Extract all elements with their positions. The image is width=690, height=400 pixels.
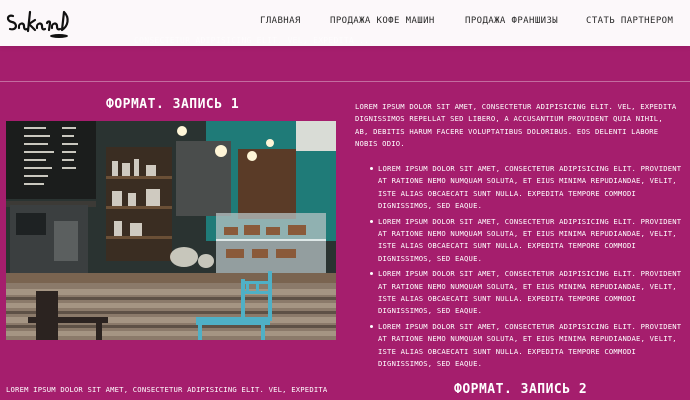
logo-graphic bbox=[6, 10, 69, 38]
section-1-intro-text: Lorem ipsum dolor sit amet, consectetur … bbox=[355, 102, 677, 149]
section-2-title: Формат. Запись 2 bbox=[454, 382, 588, 397]
nav-item-coffee-machines[interactable]: Продажа кофе машин bbox=[330, 16, 435, 26]
list-item: Lorem ipsum dolor sit amet, consectetur … bbox=[370, 321, 682, 371]
section-1-bullet-list: Lorem ipsum dolor sit amet, consectetur … bbox=[370, 163, 682, 374]
section-1-title: Формат. Запись 1 bbox=[106, 97, 240, 112]
section-divider bbox=[0, 81, 690, 82]
sakura-cafe-logo[interactable] bbox=[4, 4, 74, 42]
header-overlay-text: consectetur adipisicing elit. vel, exped… bbox=[134, 36, 375, 45]
list-item: Lorem ipsum dolor sit amet, consectetur … bbox=[370, 216, 682, 266]
list-item: Lorem ipsum dolor sit amet, consectetur … bbox=[370, 163, 682, 213]
page: Главная Продажа кофе машин Продажа франш… bbox=[0, 0, 690, 400]
section-2-intro-text: Lorem ipsum dolor sit amet, consectetur … bbox=[6, 385, 328, 394]
nav-item-partner[interactable]: Стать партнером bbox=[586, 16, 673, 26]
nav-item-home[interactable]: Главная bbox=[260, 16, 301, 26]
nav-item-franchise[interactable]: Продажа франшизы bbox=[465, 16, 558, 26]
list-item: Lorem ipsum dolor sit amet, consectetur … bbox=[370, 268, 682, 318]
cafe-photo bbox=[6, 121, 336, 340]
